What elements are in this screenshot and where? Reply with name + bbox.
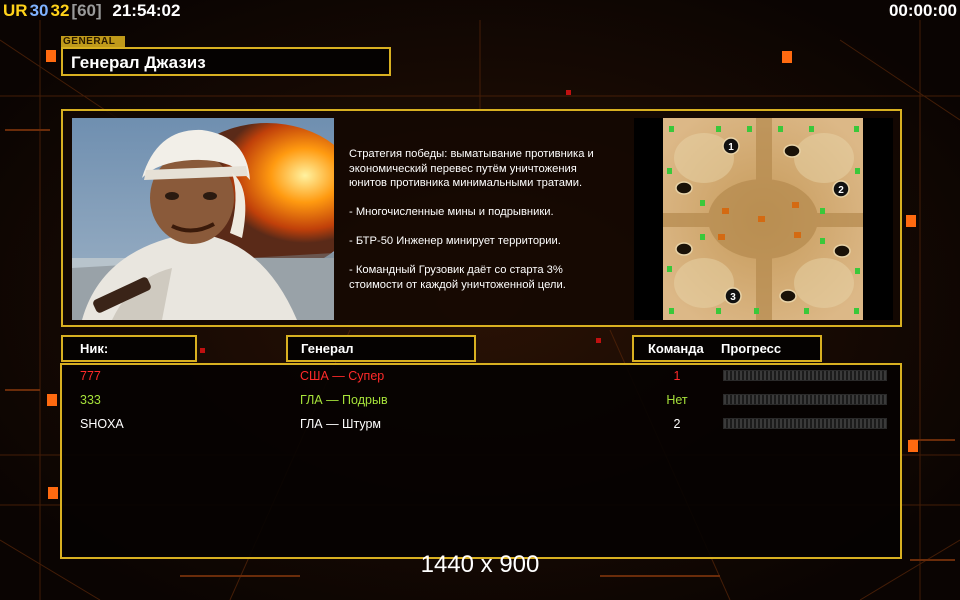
table-row: 777 США — Супер 1 xyxy=(62,367,900,387)
player-general: ГЛА — Подрыв xyxy=(300,393,388,407)
description-mines: - Многочисленные мины и подрывники. xyxy=(349,206,554,218)
start-position-2: 2 xyxy=(838,185,844,196)
player-nick: 333 xyxy=(80,393,101,407)
player-progress-bar xyxy=(723,418,887,429)
description-btr: - БТР-50 Инженер минирует территории. xyxy=(349,235,561,247)
player-list: 777 США — Супер 1 333 ГЛА — Подрыв Нет S… xyxy=(60,363,902,559)
start-position-1: 1 xyxy=(728,142,734,153)
description-strategy: Стратегия победы: выматывание противника… xyxy=(349,148,594,189)
fps-counter: UR 30 32 [60] 21:54:02 xyxy=(3,1,182,21)
fps-limit: [60] xyxy=(71,1,102,20)
start-position-3: 3 xyxy=(730,292,736,303)
ur-label: UR xyxy=(3,1,28,20)
general-portrait xyxy=(72,118,334,320)
player-progress-bar xyxy=(723,394,887,405)
player-nick: SHOXA xyxy=(80,417,124,431)
resolution-label: 1440 x 900 xyxy=(420,551,540,578)
player-general: США — Супер xyxy=(300,369,385,383)
column-header-nick: Ник: xyxy=(61,335,197,362)
player-nick: 777 xyxy=(80,369,101,383)
player-progress-bar xyxy=(723,370,887,381)
clock: 21:54:02 xyxy=(112,1,181,20)
column-header-team: Команда xyxy=(648,341,704,356)
player-general: ГЛА — Штурм xyxy=(300,417,382,431)
table-row: SHOXA ГЛА — Штурм 2 xyxy=(62,415,900,435)
column-header-group: Команда Прогресс xyxy=(632,335,822,362)
player-team: 1 xyxy=(673,369,681,383)
player-team: 2 xyxy=(673,417,681,431)
player-team: Нет xyxy=(666,393,688,407)
map-preview: 1 2 3 xyxy=(634,118,893,320)
general-name-box: Генерал Джазиз xyxy=(61,47,391,76)
general-name: Генерал Джазиз xyxy=(71,53,206,72)
fps-average: 32 xyxy=(50,1,70,20)
column-header-progress: Прогресс xyxy=(721,341,782,356)
description-truck: - Командный Грузовик даёт со старта 3% с… xyxy=(349,264,566,291)
column-header-general: Генерал xyxy=(286,335,476,362)
general-tag: GENERAL xyxy=(61,36,125,47)
game-timer: 00:00:00 xyxy=(888,1,957,20)
general-description: Стратегия победы: выматывание противника… xyxy=(349,147,627,307)
table-row: 333 ГЛА — Подрыв Нет xyxy=(62,391,900,411)
fps-current: 30 xyxy=(29,1,49,20)
